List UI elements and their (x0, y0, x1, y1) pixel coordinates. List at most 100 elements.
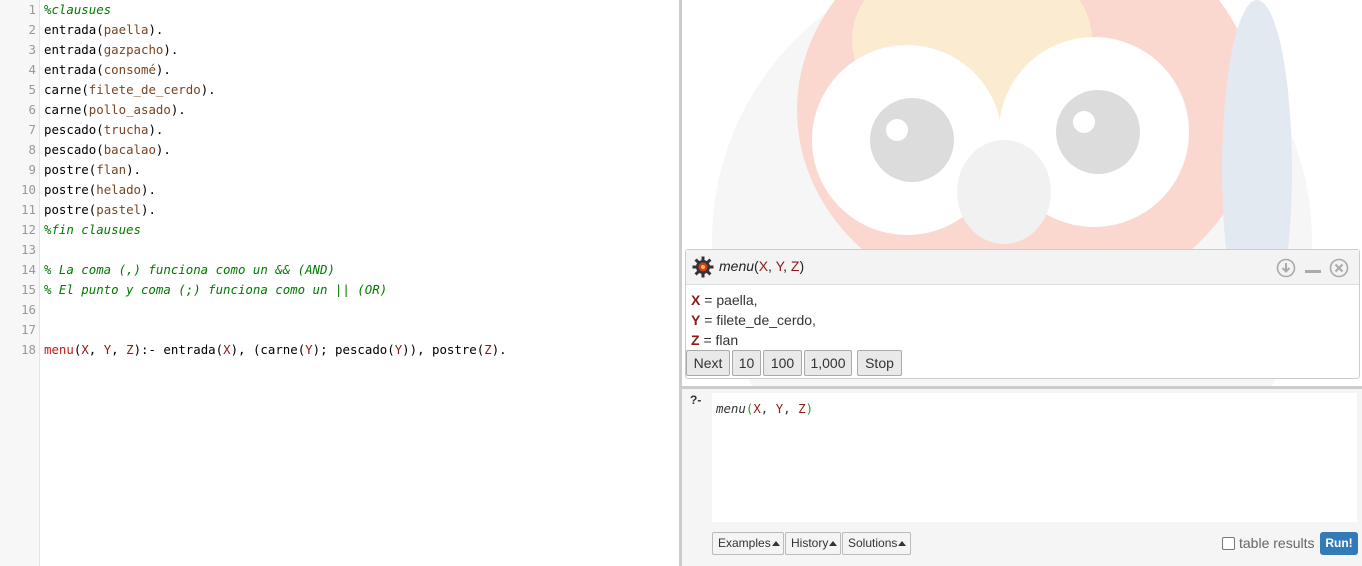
line-number: 12 (21, 222, 36, 237)
query-separator: , (768, 258, 776, 274)
code-token: ). (141, 202, 156, 217)
query-functor: menu (719, 258, 755, 274)
line-number: 6 (28, 102, 36, 117)
history-label: History (791, 536, 829, 550)
next-1000-button[interactable]: 1,000 (804, 350, 852, 376)
code-token: %clausues (44, 2, 112, 17)
code-token: ). (148, 22, 164, 37)
code-token: Z (484, 342, 492, 357)
line-number: 17 (21, 322, 36, 337)
line-number: 14 (21, 262, 36, 277)
query-pane: ?- menu(X, Y, Z) Examples History Soluti… (682, 389, 1362, 566)
stop-button[interactable]: Stop (857, 350, 902, 376)
code-token: %fin clausues (44, 222, 141, 237)
code-token: ( (96, 62, 104, 77)
code-line[interactable]: 9 postre(flan). (0, 160, 679, 180)
code-line[interactable]: 14 % La coma (,) funciona como un && (AND… (0, 260, 679, 280)
query-variable: X (758, 258, 769, 274)
code-token: ). (200, 82, 216, 97)
query-variable: Y (775, 258, 784, 274)
code-line[interactable]: 17 (0, 320, 679, 340)
table-results-checkbox[interactable] (1222, 537, 1235, 550)
binding-variable: Y (691, 312, 701, 328)
code-token: ( (81, 82, 89, 97)
code-line[interactable]: 5 carne(filete_de_cerdo). (0, 80, 679, 100)
run-button[interactable]: Run! (1320, 532, 1358, 555)
code-token: ). (126, 162, 141, 177)
code-token: ). (155, 62, 171, 77)
code-line[interactable]: 16 (0, 300, 679, 320)
code-token: ). (170, 102, 186, 117)
code-line[interactable]: 7 pescado(trucha). (0, 120, 679, 140)
binding-value: filete_de_cerdo, (716, 312, 816, 328)
answer-panel: menu(X, Y, Z) X = paella, Y = filete_de_… (685, 249, 1360, 379)
line-number: 13 (21, 242, 36, 257)
code-text: postre(helado). (44, 180, 156, 200)
line-number: 4 (28, 62, 36, 77)
code-line[interactable]: 11 postre(pastel). (0, 200, 679, 220)
code-token: ). (155, 142, 171, 157)
code-line[interactable]: 4 entrada(consomé). (0, 60, 679, 80)
binding-equals: = (699, 332, 716, 348)
history-menu-button[interactable]: History (785, 532, 841, 555)
query-separator: , (783, 401, 799, 416)
solutions-label: Solutions (848, 536, 898, 550)
code-line[interactable]: 18 menu(X, Y, Z):- entrada(X), (carne(Y);… (0, 340, 679, 360)
code-line[interactable]: 6 carne(pollo_asado). (0, 100, 679, 120)
next-100-button[interactable]: 100 (763, 350, 802, 376)
query-paren: ) (799, 258, 805, 274)
code-token: ); pescado( (312, 342, 395, 357)
answer-bindings: X = paella, Y = filete_de_cerdo, Z = fla… (691, 290, 816, 350)
code-line[interactable]: 10 postre(helado). (0, 180, 679, 200)
download-icon[interactable] (1276, 258, 1296, 278)
code-token: carne (44, 102, 82, 117)
code-token: Z (126, 342, 134, 357)
solutions-menu-button[interactable]: Solutions (842, 532, 911, 555)
code-line[interactable]: 15 % El punto y coma (;) funciona como un… (0, 280, 679, 300)
code-token: ). (141, 182, 156, 197)
code-line[interactable]: 12 %fin clausues (0, 220, 679, 240)
code-text: pescado(trucha). (44, 120, 163, 140)
query-input[interactable]: menu(X, Y, Z) (712, 393, 1357, 522)
code-token: entrada (44, 62, 97, 77)
program-editor[interactable]: 1 %clausues 2 entrada(paella). 3 entrada(gazp… (0, 0, 679, 566)
code-token: carne (44, 82, 82, 97)
line-number: 7 (28, 122, 36, 137)
code-token: consomé (103, 62, 156, 77)
next-10-button[interactable]: 10 (732, 350, 761, 376)
code-text: % El punto y coma (;) funciona como un |… (44, 280, 387, 300)
code-token: ( (96, 122, 104, 137)
code-line[interactable]: 8 pescado(bacalao). (0, 140, 679, 160)
code-text: carne(pollo_asado). (44, 100, 186, 120)
code-token: pastel (96, 202, 141, 217)
code-token: entrada (44, 22, 97, 37)
caret-up-icon (898, 541, 907, 546)
query-paren: ) (805, 401, 814, 416)
minimize-icon[interactable] (1303, 258, 1323, 278)
query-functor: menu (716, 401, 746, 416)
code-text: postre(pastel). (44, 200, 156, 220)
table-results-label: table results (1239, 535, 1315, 551)
query-variable: X (753, 401, 761, 416)
code-line[interactable]: 13 (0, 240, 679, 260)
next-button[interactable]: Next (686, 350, 730, 376)
code-text: %fin clausues (44, 220, 141, 240)
code-text: % La coma (,) funciona como un && (AND) (44, 260, 335, 280)
code-token: gazpacho (103, 42, 164, 57)
code-token: postre (44, 162, 89, 177)
examples-menu-button[interactable]: Examples (712, 532, 784, 555)
binding-equals: = (700, 292, 717, 308)
code-text: entrada(gazpacho). (44, 40, 178, 60)
code-line[interactable]: 3 entrada(gazpacho). (0, 40, 679, 60)
code-line[interactable]: 1 %clausues (0, 0, 679, 20)
code-text: %clausues (44, 0, 111, 20)
code-token: menu (44, 342, 74, 357)
code-token: ( (96, 142, 104, 157)
binding-row: Z = flan (691, 330, 816, 350)
code-text: menu(X, Y, Z):- entrada(X), (carne(Y); p… (44, 340, 507, 360)
code-line[interactable]: 2 entrada(paella). (0, 20, 679, 40)
code-token: X (223, 342, 231, 357)
code-token: ( (81, 102, 89, 117)
close-icon[interactable] (1329, 258, 1349, 278)
query-text[interactable]: menu(X, Y, Z) (716, 401, 813, 416)
